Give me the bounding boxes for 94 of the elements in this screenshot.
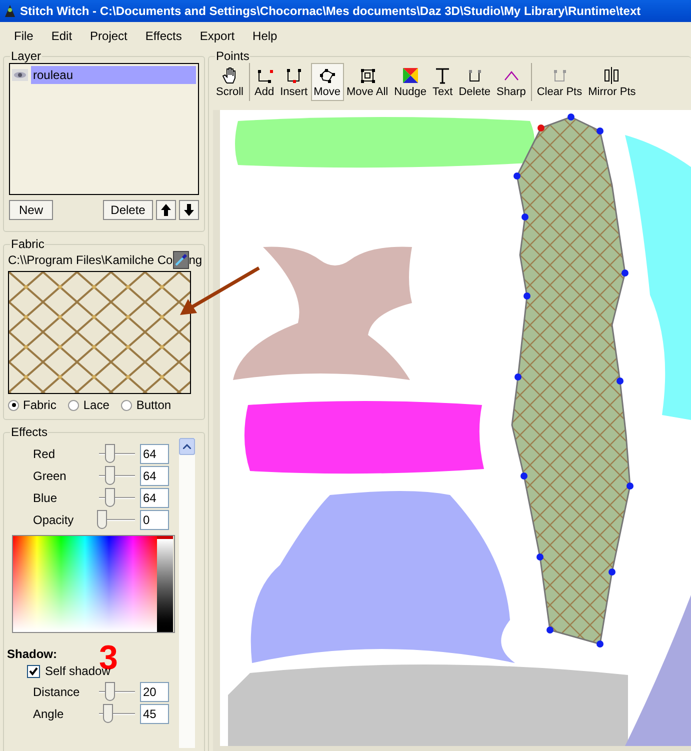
caret-up-icon <box>183 444 191 449</box>
menu-item[interactable]: Help <box>244 25 286 47</box>
delete-button[interactable]: Delete <box>103 200 153 220</box>
scrollbar[interactable] <box>179 438 195 748</box>
slider-label: Blue <box>32 490 58 507</box>
control-point[interactable] <box>626 482 634 490</box>
eye-icon[interactable] <box>12 69 28 81</box>
value-field[interactable]: 64 <box>140 466 169 486</box>
check-icon <box>29 666 38 676</box>
slider-label: Distance <box>32 684 77 701</box>
pattern-piece[interactable] <box>244 401 484 474</box>
control-point[interactable] <box>514 172 520 180</box>
tool-button[interactable]: Scroll <box>213 63 247 101</box>
scroll-up-button[interactable] <box>179 438 195 455</box>
mesh-shape[interactable] <box>511 116 631 645</box>
control-point[interactable] <box>520 472 528 480</box>
tool-button[interactable]: Nudge <box>391 63 430 101</box>
control-point[interactable] <box>616 378 624 384</box>
radio-button[interactable] <box>68 400 80 410</box>
tool-button[interactable]: Mirror Pts <box>585 63 639 101</box>
self-shadow-checkbox[interactable] <box>27 664 40 678</box>
slider[interactable] <box>97 510 137 530</box>
nudge-icon <box>400 66 420 85</box>
move-up-button[interactable] <box>156 200 176 220</box>
slider-label: Opacity <box>32 512 75 529</box>
tool-button[interactable]: Delete <box>456 63 494 101</box>
group-title: Layer <box>10 49 42 63</box>
slider[interactable] <box>97 704 137 724</box>
slider[interactable] <box>97 466 137 486</box>
slider[interactable] <box>97 444 137 464</box>
slider-thumb[interactable] <box>103 704 113 723</box>
app-icon <box>4 4 16 18</box>
radio-label: Fabric <box>23 397 56 414</box>
up-arrow-icon <box>161 204 171 216</box>
radio-button[interactable] <box>8 400 19 410</box>
fabric-path-end: ng <box>188 252 202 269</box>
slider-thumb[interactable] <box>104 444 114 463</box>
control-point[interactable] <box>622 270 628 276</box>
slider[interactable] <box>97 488 137 508</box>
control-point[interactable] <box>546 626 554 634</box>
control-point[interactable] <box>514 374 522 380</box>
control-point[interactable] <box>524 292 530 300</box>
tool-button[interactable]: Insert <box>277 63 311 101</box>
mirror-points-icon <box>602 66 622 85</box>
insert-point-icon <box>284 66 304 85</box>
move-point-icon <box>318 66 337 85</box>
new-button[interactable]: New <box>9 200 53 220</box>
value-field[interactable]: 64 <box>140 488 169 508</box>
control-point[interactable] <box>596 128 604 134</box>
radio-label: Button <box>136 397 172 414</box>
group-title: Points <box>215 49 250 63</box>
control-point[interactable] <box>536 554 544 560</box>
layer-item[interactable]: rouleau <box>31 66 196 84</box>
value-field[interactable]: 0 <box>140 510 169 530</box>
control-point[interactable] <box>608 568 616 576</box>
slider[interactable] <box>97 682 137 702</box>
group-title: Fabric <box>10 237 46 251</box>
color-spectrum[interactable] <box>13 536 157 632</box>
group-title: Effects <box>10 425 48 439</box>
shadow-heading: Shadow: <box>7 646 58 663</box>
radio-button[interactable] <box>121 400 132 410</box>
slider-thumb[interactable] <box>104 488 114 507</box>
control-point[interactable] <box>538 124 544 132</box>
menu-item[interactable]: Export <box>192 25 243 47</box>
eyedropper-icon <box>174 253 188 267</box>
value-field[interactable]: 20 <box>140 682 169 702</box>
value-field[interactable]: 45 <box>140 704 169 724</box>
value-field[interactable]: 64 <box>140 444 169 464</box>
menu-item[interactable]: Project <box>82 25 136 47</box>
window-title: Stitch Witch - C:\Documents and Settings\Chocornac\Mes documents\Daz 3D\Studio\My Library\Runtime\text <box>20 3 641 20</box>
tool-button[interactable]: Move <box>310 63 344 101</box>
slider-label: Green <box>32 468 68 485</box>
move-down-button[interactable] <box>179 200 199 220</box>
tool-button[interactable]: Text <box>430 63 456 101</box>
tool-button[interactable]: Add <box>252 63 278 101</box>
tool-button[interactable]: Clear Pts <box>534 63 586 101</box>
slider-label: Red <box>32 446 56 463</box>
slider-thumb[interactable] <box>104 682 114 701</box>
radio-label: Lace <box>83 397 110 414</box>
control-point[interactable] <box>596 640 604 648</box>
control-point[interactable] <box>522 214 528 220</box>
slider-label: Angle <box>32 706 65 723</box>
slider-thumb[interactable] <box>104 466 114 485</box>
tool-button[interactable]: Sharp <box>494 63 529 101</box>
down-arrow-icon <box>184 204 194 216</box>
menu-item[interactable]: Edit <box>43 25 80 47</box>
fabric-path: C:\\Program Files\Kamilche Co <box>8 252 173 269</box>
slider-thumb[interactable] <box>97 510 107 529</box>
menu-item[interactable]: Effects <box>137 25 190 47</box>
control-point[interactable] <box>568 114 574 120</box>
tool-button[interactable]: Move All <box>344 63 392 101</box>
brightness-bar[interactable] <box>157 536 173 632</box>
menu-item[interactable]: File <box>6 25 42 47</box>
eyedropper-button[interactable] <box>172 251 189 269</box>
